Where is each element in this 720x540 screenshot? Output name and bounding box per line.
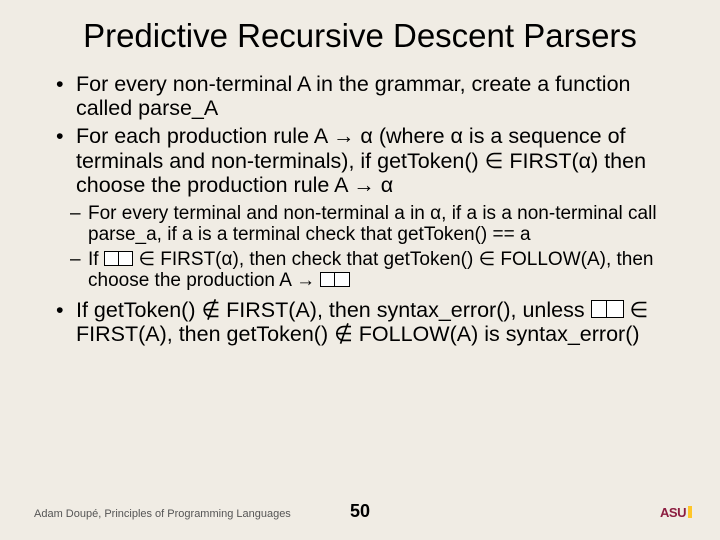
bullet-list: If getToken() ∉ FIRST(A), then syntax_er… [30, 298, 690, 346]
logo-bar-icon [688, 506, 692, 518]
bullet-item: For each production rule A → α (where α … [56, 124, 690, 196]
footer-author: Adam Doupé, Principles of Programming La… [34, 508, 291, 520]
slide: Predictive Recursive Descent Parsers For… [0, 0, 720, 540]
sub-bullet-list: For every terminal and non-terminal a in… [30, 203, 690, 292]
sub-bullet-text: ∈ FIRST(α), then check that getToken() ∈… [88, 249, 654, 291]
glyph-box-icon [118, 251, 134, 267]
bullet-item: If getToken() ∉ FIRST(A), then syntax_er… [56, 298, 690, 346]
glyph-box-icon [334, 272, 350, 288]
logo: ASU [660, 504, 692, 522]
page-number: 50 [350, 501, 370, 522]
bullet-item: For every non-terminal A in the grammar,… [56, 72, 690, 120]
bullet-list: For every non-terminal A in the grammar,… [30, 72, 690, 196]
slide-title: Predictive Recursive Descent Parsers [30, 18, 690, 54]
logo-text: ASU [660, 505, 686, 520]
sub-bullet-item: If ∈ FIRST(α), then check that getToken(… [70, 249, 690, 292]
glyph-box-icon [606, 300, 623, 317]
bullet-text: If getToken() ∉ FIRST(A), then syntax_er… [76, 298, 591, 322]
sub-bullet-item: For every terminal and non-terminal a in… [70, 203, 690, 246]
sub-bullet-text: If [88, 249, 104, 270]
